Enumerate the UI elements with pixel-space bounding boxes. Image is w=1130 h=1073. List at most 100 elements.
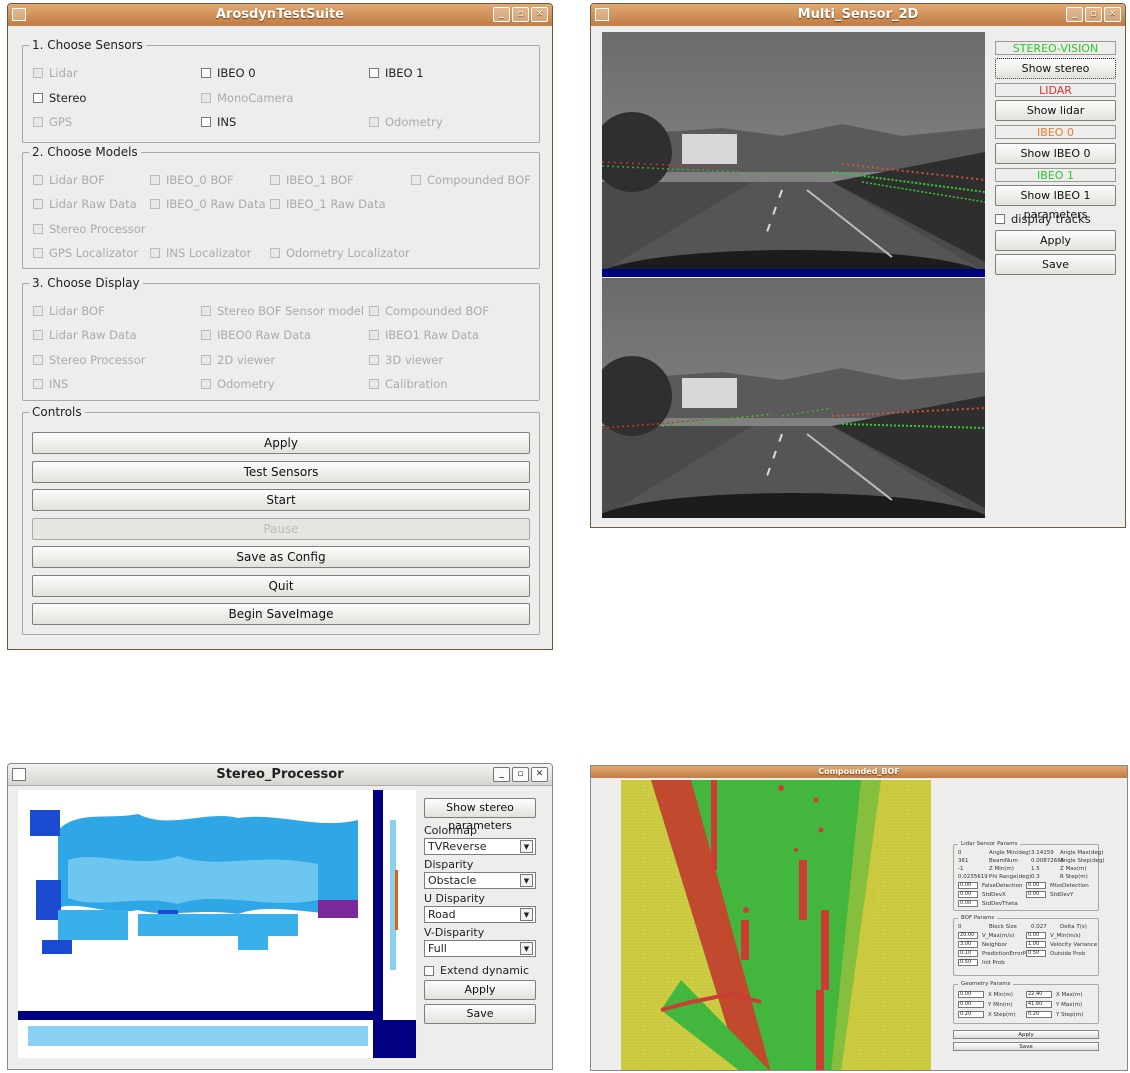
- maximize-icon[interactable]: ▫: [1085, 7, 1102, 22]
- bof-apply-button[interactable]: Apply: [953, 1030, 1099, 1039]
- colormap-label: Colormap: [424, 824, 477, 837]
- display-ins-checkbox[interactable]: INS: [33, 377, 68, 391]
- show-ibeo1-parameters-button[interactable]: Show IBEO 1 parameters: [995, 185, 1116, 221]
- model-ins-localizator-checkbox[interactable]: INS Localizator: [150, 246, 251, 260]
- sensor-lidar-checkbox[interactable]: Lidar: [33, 66, 78, 80]
- start-button[interactable]: Start: [32, 489, 530, 511]
- ymin-input[interactable]: 0.00: [958, 1001, 984, 1008]
- model-odometry-localizator-checkbox[interactable]: Odometry Localizator: [270, 246, 410, 260]
- sensor-ibeo0-checkbox[interactable]: IBEO 0: [201, 66, 256, 80]
- sensor-gps-checkbox[interactable]: GPS: [33, 115, 72, 129]
- display-stereo-processor-checkbox[interactable]: Stereo Processor: [33, 353, 146, 367]
- model-stereo-processor-checkbox[interactable]: Stereo Processor: [33, 222, 146, 236]
- display-calibration-checkbox[interactable]: Calibration: [369, 377, 448, 391]
- display-tracks-checkbox[interactable]: display tracks: [995, 212, 1091, 226]
- sensor-monocamera-checkbox[interactable]: MonoCamera: [201, 91, 293, 105]
- stereo-apply-button[interactable]: Apply: [424, 980, 536, 1000]
- display-3d-viewer-checkbox[interactable]: 3D viewer: [369, 353, 443, 367]
- prediction-error-input[interactable]: 0.10: [958, 950, 978, 957]
- sensor-stereo-checkbox[interactable]: Stereo: [33, 91, 86, 105]
- extend-dynamic-checkbox[interactable]: Extend dynamic: [424, 964, 529, 977]
- display-odometry-checkbox[interactable]: Odometry: [201, 377, 275, 391]
- display-stereo-bof-checkbox[interactable]: Stereo BOF Sensor model: [201, 304, 364, 318]
- stddevy-input[interactable]: 0.00: [1026, 891, 1046, 898]
- maximize-icon[interactable]: ▫: [512, 767, 529, 782]
- stereo-titlebar[interactable]: Stereo_Processor _ ▫ ✕: [8, 764, 552, 786]
- vmax-input[interactable]: 20.00: [958, 932, 978, 939]
- ymax-input[interactable]: 41.60: [1026, 1001, 1052, 1008]
- neighbor-input[interactable]: 3.00: [958, 941, 978, 948]
- multi-save-button[interactable]: Save: [995, 254, 1116, 275]
- display-lidar-raw-checkbox[interactable]: Lidar Raw Data: [33, 328, 137, 342]
- outside-prob-input[interactable]: 0.50: [1026, 950, 1046, 957]
- display-group-title: 3. Choose Display: [29, 276, 143, 290]
- xstep-input[interactable]: 0.20: [958, 1011, 984, 1018]
- apply-button[interactable]: Apply: [32, 432, 530, 454]
- road-scene-top: [602, 32, 985, 277]
- close-icon[interactable]: ✕: [531, 767, 548, 782]
- model-compounded-bof-checkbox[interactable]: Compounded BOF: [411, 173, 531, 187]
- model-lidar-raw-checkbox[interactable]: Lidar Raw Data: [33, 197, 137, 211]
- u-disparity-select[interactable]: Road ▼: [424, 906, 536, 923]
- maximize-icon[interactable]: ▫: [512, 7, 529, 22]
- display-compounded-bof-checkbox[interactable]: Compounded BOF: [369, 304, 489, 318]
- show-stereo-parameters-button[interactable]: Show stereo parameters: [995, 58, 1116, 94]
- xmax-input[interactable]: 22.40: [1026, 991, 1052, 998]
- close-icon[interactable]: ✕: [1104, 7, 1121, 22]
- window-menu-icon[interactable]: [595, 8, 609, 21]
- window-menu-icon[interactable]: [12, 8, 26, 21]
- window-menu-icon[interactable]: [12, 768, 26, 781]
- display-ibeo0-raw-checkbox[interactable]: IBEO0 Raw Data: [201, 328, 311, 342]
- colormap-select[interactable]: TVReverse ▼: [424, 838, 536, 855]
- quit-button[interactable]: Quit: [32, 575, 530, 597]
- show-stereo-parameters-button[interactable]: Show stereo parameters: [424, 798, 536, 832]
- model-gps-localizator-checkbox[interactable]: GPS Localizator: [33, 246, 138, 260]
- xmin-input[interactable]: 0.00: [958, 991, 984, 998]
- multi-titlebar[interactable]: Multi_Sensor_2D _ ▫ ✕: [591, 4, 1125, 26]
- v-disparity-select[interactable]: Full ▼: [424, 940, 536, 957]
- ibeo0-tag: IBEO 0: [995, 125, 1116, 139]
- init-prob-input[interactable]: 0.50: [958, 959, 978, 966]
- display-2d-viewer-checkbox[interactable]: 2D viewer: [201, 353, 275, 367]
- save-as-config-button[interactable]: Save as Config: [32, 546, 530, 568]
- models-group-title: 2. Choose Models: [29, 145, 141, 159]
- stereo-save-button[interactable]: Save: [424, 1004, 536, 1024]
- false-detection-input[interactable]: 0.00: [958, 882, 978, 889]
- controls-group-title: Controls: [29, 405, 85, 419]
- begin-saveimage-button[interactable]: Begin SaveImage: [32, 603, 530, 625]
- geometry-params-group: Geometry Params 0.00 X Min(m) 22.40 X Max(m…: [953, 981, 1099, 1024]
- model-ibeo1-raw-checkbox[interactable]: IBEO_1 Raw Data: [270, 197, 386, 211]
- model-ibeo0-raw-checkbox[interactable]: IBEO_0 Raw Data: [150, 197, 266, 211]
- stddevtheta-input[interactable]: 0.00: [958, 900, 978, 907]
- suite-titlebar[interactable]: ArosdynTestSuite _ ▫ ✕: [8, 4, 552, 26]
- bof-params-group: BOF Params 0 Block Size 0.027 Delta T(s) 20…: [953, 915, 1099, 976]
- vmin-input[interactable]: 0.00: [1026, 932, 1046, 939]
- minimize-icon[interactable]: _: [1066, 7, 1083, 22]
- close-icon[interactable]: ✕: [531, 7, 548, 22]
- miss-detection-input[interactable]: 0.00: [1026, 882, 1046, 889]
- show-lidar-parameters-button[interactable]: Show lidar parameters: [995, 100, 1116, 136]
- minimize-icon[interactable]: _: [493, 7, 510, 22]
- minimize-icon[interactable]: _: [493, 767, 510, 782]
- model-lidar-bof-checkbox[interactable]: Lidar BOF: [33, 173, 105, 187]
- stddevx-input[interactable]: 0.00: [958, 891, 978, 898]
- test-sensors-button[interactable]: Test Sensors: [32, 461, 530, 483]
- bof-save-button[interactable]: Save: [953, 1042, 1099, 1051]
- controls-group: Controls Apply Test Sensors Start Pause …: [22, 405, 540, 635]
- bof-titlebar[interactable]: Compounded_BOF: [591, 766, 1127, 778]
- display-ibeo1-raw-checkbox[interactable]: IBEO1 Raw Data: [369, 328, 479, 342]
- sensor-ibeo1-checkbox[interactable]: IBEO 1: [369, 66, 424, 80]
- velocity-variance-input[interactable]: 1.00: [1026, 941, 1046, 948]
- ystep-input[interactable]: 0.20: [1026, 1011, 1052, 1018]
- disparity-select[interactable]: Obstacle ▼: [424, 872, 536, 889]
- multi-apply-button[interactable]: Apply: [995, 230, 1116, 251]
- display-lidar-bof-checkbox[interactable]: Lidar BOF: [33, 304, 105, 318]
- show-ibeo0-parameters-button[interactable]: Show IBEO 0 parameters: [995, 143, 1116, 179]
- model-ibeo0-bof-checkbox[interactable]: IBEO_0 BOF: [150, 173, 234, 187]
- sensor-odometry-checkbox[interactable]: Odometry: [369, 115, 443, 129]
- compounded-bof-window: Compounded_BOF Lidar Sensor Params 0 Ang…: [590, 765, 1128, 1071]
- model-ibeo1-bof-checkbox[interactable]: IBEO_1 BOF: [270, 173, 354, 187]
- sensor-ins-checkbox[interactable]: INS: [201, 115, 236, 129]
- pause-button[interactable]: Pause: [32, 518, 530, 540]
- disparity-map-view: [18, 790, 416, 1058]
